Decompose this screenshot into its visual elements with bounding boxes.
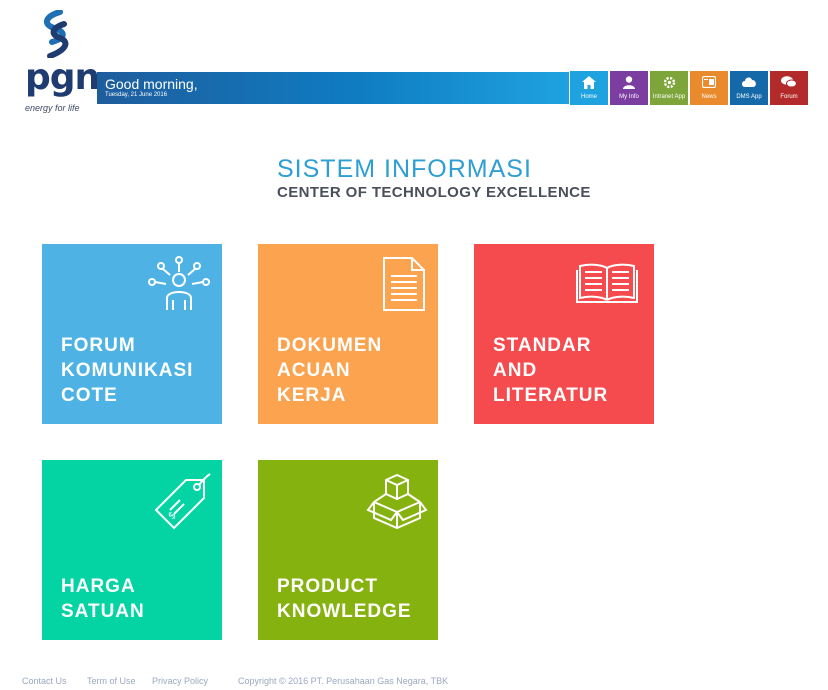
pgn-logo-mark-icon xyxy=(43,10,69,58)
tile-label: STANDAR AND LITERATUR xyxy=(493,335,609,406)
tile-standar-literatur[interactable]: STANDAR AND LITERATUR xyxy=(474,244,654,424)
network-person-icon xyxy=(148,256,210,310)
nav-label: DMS App xyxy=(736,94,762,100)
nav-dms-button[interactable]: DMS App xyxy=(730,71,768,105)
home-icon xyxy=(570,76,608,92)
nav-intranet-button[interactable]: Intranet App xyxy=(650,71,688,105)
tile-label: FORUM KOMUNIKASI COTE xyxy=(61,335,194,406)
tile-label: PRODUCT KNOWLEDGE xyxy=(277,576,412,622)
tile-product-knowledge[interactable]: PRODUCT KNOWLEDGE xyxy=(258,460,438,640)
tile-label: HARGA SATUAN xyxy=(61,576,145,622)
nav-label: Forum xyxy=(780,94,798,100)
footer-terms-link[interactable]: Term of Use xyxy=(87,676,136,686)
news-icon xyxy=(690,75,728,91)
user-icon xyxy=(610,76,648,92)
open-book-icon xyxy=(576,263,638,303)
page-subtitle: CENTER OF TECHNOLOGY EXCELLENCE xyxy=(277,184,591,201)
logo-tagline: energy for life xyxy=(25,103,80,113)
nav-label: Home xyxy=(580,94,597,100)
tile-dokumen-acuan[interactable]: DOKUMEN ACUAN KERJA xyxy=(258,244,438,424)
footer-copyright: Copyright © 2016 PT. Perusahaan Gas Nega… xyxy=(238,676,449,686)
nav-label: Intranet App xyxy=(652,94,686,100)
nav-myinfo-button[interactable]: My Info xyxy=(610,71,648,105)
nav-forum-button[interactable]: Forum xyxy=(770,71,808,105)
footer-contact-link[interactable]: Contact Us xyxy=(22,676,67,686)
nav-home-button[interactable]: Home xyxy=(570,71,608,105)
page-title: SISTEM INFORMASI xyxy=(277,155,532,183)
box-icon xyxy=(366,474,428,530)
cloud-icon xyxy=(730,76,768,90)
greeting-bar: Good morning, Tuesday, 21 June 2016 xyxy=(97,72,569,104)
tile-forum-komunikasi[interactable]: FORUM KOMUNIKASI COTE xyxy=(42,244,222,424)
nav-label: News xyxy=(701,94,717,100)
price-tag-icon: $ xyxy=(154,473,211,530)
chat-icon xyxy=(770,76,808,91)
nav-label: My Info xyxy=(619,94,639,100)
greeting-text: Good morning, xyxy=(105,76,198,92)
gear-icon xyxy=(650,76,688,92)
logo-wordmark: pgn xyxy=(25,57,100,98)
document-icon xyxy=(383,257,425,311)
tile-harga-satuan[interactable]: $ HARGA SATUAN xyxy=(42,460,222,640)
nav-news-button[interactable]: News xyxy=(690,71,728,105)
pgn-logo[interactable]: pgn energy for life xyxy=(22,10,100,113)
tile-label: DOKUMEN ACUAN KERJA xyxy=(277,335,383,406)
footer-privacy-link[interactable]: Privacy Policy xyxy=(152,676,208,686)
greeting-date: Tuesday, 21 June 2016 xyxy=(105,92,168,98)
